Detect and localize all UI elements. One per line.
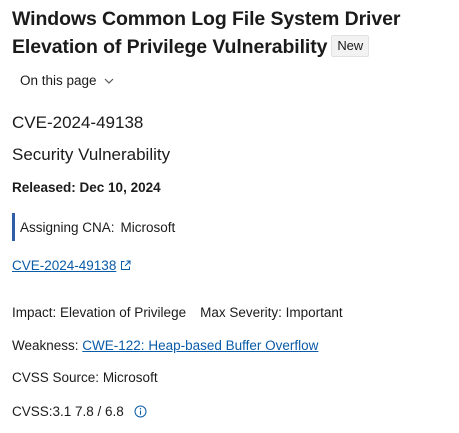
new-badge: New <box>331 35 370 57</box>
chevron-down-icon <box>104 78 113 84</box>
on-this-page-dropdown[interactable]: On this page <box>20 73 115 88</box>
external-link-icon <box>121 260 131 270</box>
cvss-source-label: CVSS Source: <box>12 370 100 385</box>
weakness-label: Weakness: <box>12 338 79 353</box>
cvss-source-value: Microsoft <box>102 370 158 385</box>
cve-id-heading: CVE-2024-49138 <box>12 113 144 132</box>
assigning-cna: Assigning CNA: Microsoft <box>12 213 175 241</box>
cvss-score: CVSS:3.1 7.8 / 6.8 <box>12 404 124 419</box>
on-this-page-label: On this page <box>20 73 97 88</box>
cve-link-text[interactable]: CVE-2024-49138 <box>12 258 116 273</box>
assigning-cna-value: Microsoft <box>120 219 176 235</box>
cvss-score-row: CVSS:3.1 7.8 / 6.8 <box>12 404 147 419</box>
weakness-link[interactable]: CWE-122: Heap-based Buffer Overflow <box>82 338 318 353</box>
weakness-row: Weakness: CWE-122: Heap-based Buffer Ove… <box>12 338 318 353</box>
released-date: Released: Dec 10, 2024 <box>12 180 161 195</box>
page-title: Windows Common Log File System Driver El… <box>12 5 452 61</box>
security-vulnerability-heading: Security Vulnerability <box>12 145 171 164</box>
impact-row: Impact: Elevation of Privilege Max Severi… <box>12 305 343 320</box>
assigning-cna-label: Assigning CNA: <box>20 219 115 235</box>
cvss-source-row: CVSS Source: Microsoft <box>12 370 158 385</box>
impact-text: Impact: Elevation of Privilege <box>12 305 187 320</box>
max-severity-text: Max Severity: Important <box>200 305 343 320</box>
info-icon[interactable] <box>134 405 147 418</box>
cve-external-link[interactable]: CVE-2024-49138 <box>12 258 131 273</box>
